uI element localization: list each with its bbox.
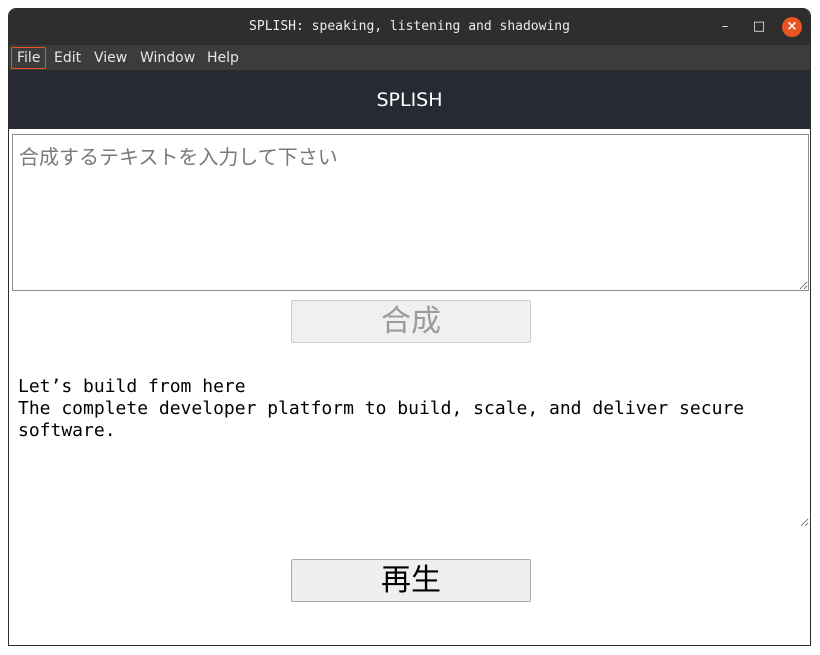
synthesis-text-input[interactable] (12, 134, 809, 291)
app-window: SPLISH: speaking, listening and shadowin… (8, 8, 811, 646)
menu-help[interactable]: Help (202, 47, 244, 69)
menu-edit[interactable]: Edit (49, 47, 86, 69)
menu-file[interactable]: File (11, 47, 47, 69)
synthesize-button[interactable]: 合成 (291, 300, 531, 343)
menu-bar: File Edit View Window Help (9, 45, 810, 71)
menu-window[interactable]: Window (135, 47, 200, 69)
window-title: SPLISH: speaking, listening and shadowin… (249, 19, 570, 34)
title-bar[interactable]: SPLISH: speaking, listening and shadowin… (9, 9, 810, 45)
maximize-icon[interactable]: □ (749, 17, 769, 37)
play-button[interactable]: 再生 (291, 559, 531, 602)
minimize-icon[interactable]: – (715, 17, 735, 37)
output-text[interactable] (12, 374, 809, 527)
app-header: SPLISH (9, 71, 810, 129)
close-icon[interactable]: × (782, 17, 802, 37)
app-title: SPLISH (376, 89, 443, 111)
menu-view[interactable]: View (89, 47, 132, 69)
